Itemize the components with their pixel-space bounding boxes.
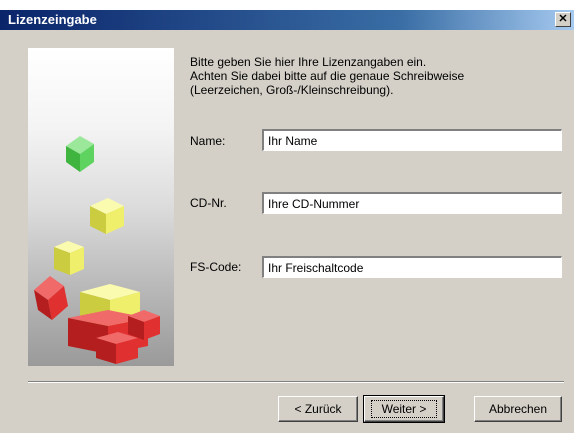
license-dialog: Lizenzeingabe ✕ Bitte geben Sie hier Ihr… (0, 10, 574, 433)
title-bar[interactable]: Lizenzeingabe ✕ (0, 10, 574, 30)
cd-number-field[interactable] (262, 192, 562, 214)
close-icon: ✕ (558, 13, 568, 25)
cancel-button-label: Abbrechen (488, 402, 548, 416)
close-button[interactable]: ✕ (555, 12, 571, 27)
cancel-button[interactable]: Abbrechen (474, 396, 562, 422)
back-button-label: < Zurück (294, 402, 342, 416)
falling-cubes-illustration (28, 48, 174, 366)
separator (28, 381, 564, 383)
red-cube (96, 332, 138, 364)
window-title: Lizenzeingabe (8, 12, 97, 27)
cubes-svg (34, 136, 160, 364)
yellow-cube (54, 241, 84, 275)
green-cube (66, 136, 94, 172)
instruction-line: Achten Sie dabei bitte auf die genaue Sc… (190, 69, 465, 83)
fs-code-label: FS-Code: (190, 260, 242, 274)
instructions: Bitte geben Sie hier Ihre Lizenzangaben … (190, 55, 560, 97)
instruction-line: Bitte geben Sie hier Ihre Lizenzangaben … (190, 55, 427, 69)
instruction-line: (Leerzeichen, Groß-/Kleinschreibung). (190, 83, 394, 97)
next-button-label: Weiter > (370, 400, 438, 418)
red-cube (34, 276, 68, 320)
cd-number-label: CD-Nr. (190, 196, 227, 210)
next-button[interactable]: Weiter > (363, 395, 445, 423)
red-cube (128, 310, 160, 340)
back-button[interactable]: < Zurück (278, 396, 358, 422)
name-field[interactable] (262, 129, 562, 151)
name-label: Name: (190, 134, 226, 148)
yellow-cube (90, 198, 124, 234)
fs-code-field[interactable] (262, 256, 562, 278)
